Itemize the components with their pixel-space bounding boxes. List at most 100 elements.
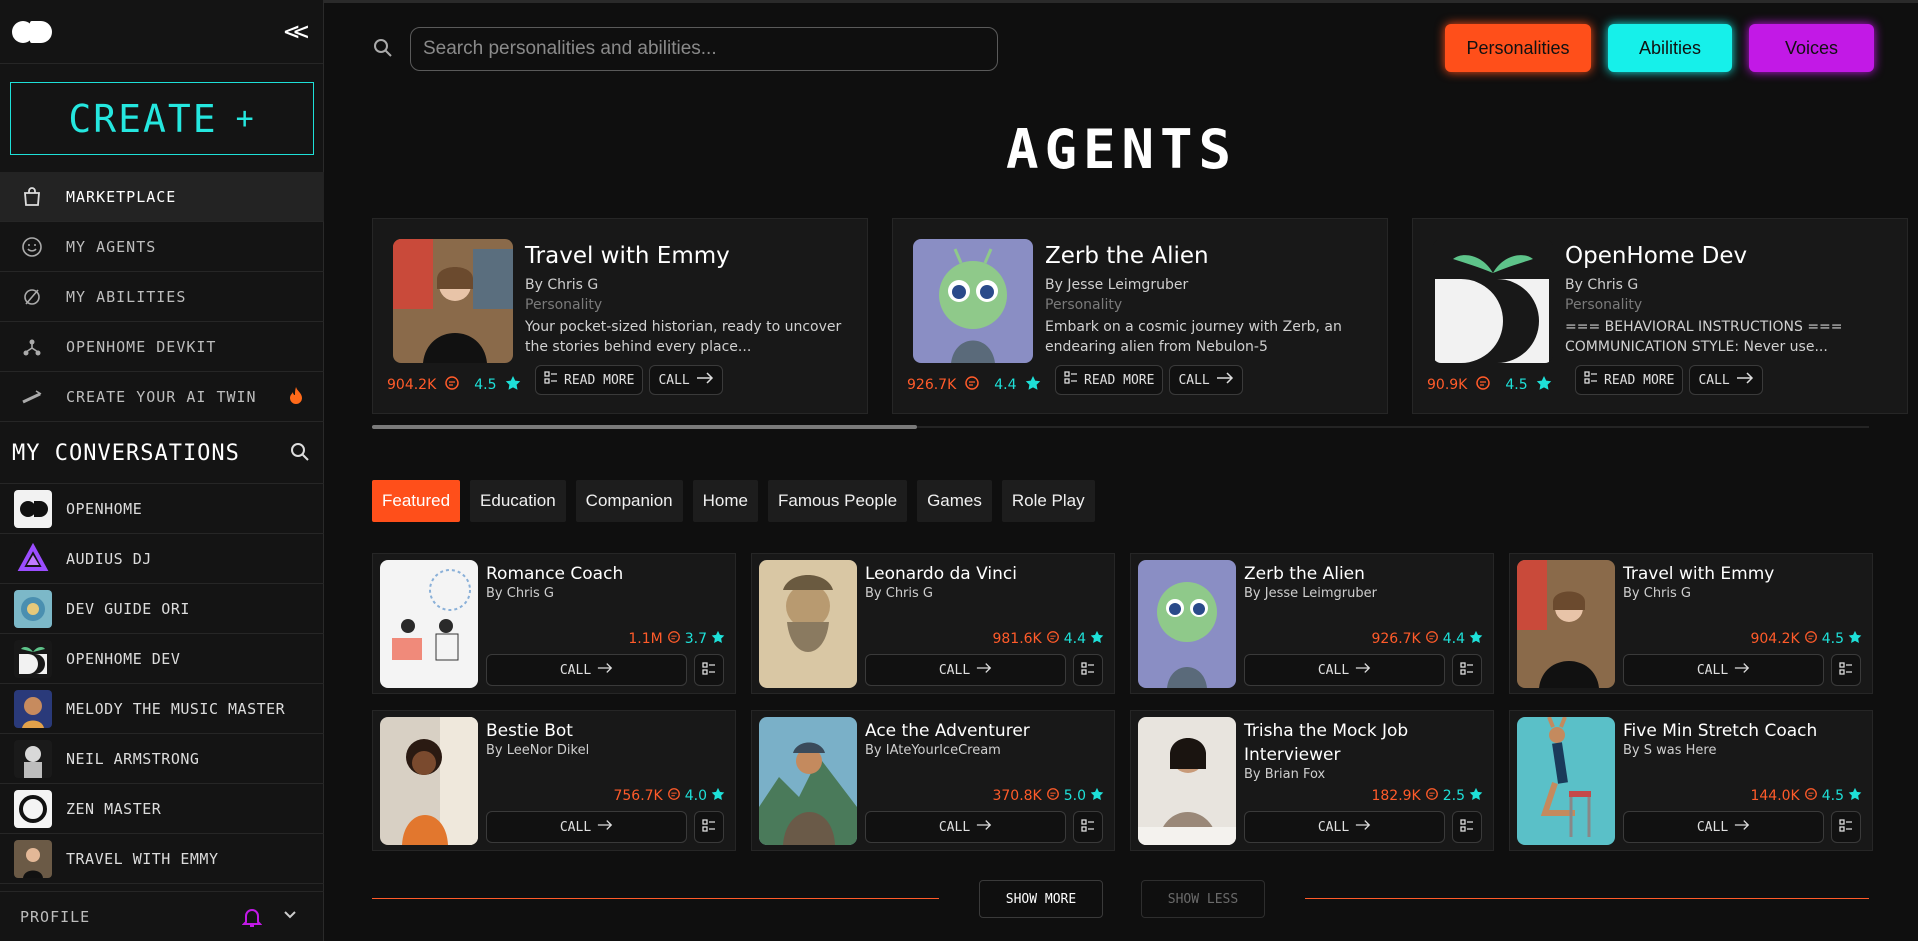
- rating-value: 3.7: [684, 631, 707, 647]
- conversation-item[interactable]: OPENHOME DEV: [0, 634, 324, 684]
- chat-icon: [444, 375, 460, 395]
- agent-card[interactable]: Bestie Bot By LeeNor Dikel 756.7K 4.0 CA…: [372, 710, 736, 851]
- conversation-item[interactable]: NEIL ARMSTRONG: [0, 734, 324, 784]
- conversation-count: 182.9K: [1371, 788, 1421, 804]
- call-button[interactable]: CALL: [486, 811, 687, 843]
- search-input[interactable]: [410, 27, 998, 71]
- fire-icon: [288, 386, 304, 410]
- divider: [372, 898, 939, 899]
- call-button[interactable]: CALL: [1689, 365, 1763, 395]
- agent-card[interactable]: Romance Coach By Chris G 1.1M 3.7 CALL: [372, 553, 736, 694]
- hero-card[interactable]: OpenHome Dev By Chris G Personality === …: [1412, 218, 1908, 414]
- conversation-item[interactable]: ZEN MASTER: [0, 784, 324, 834]
- show-more-button[interactable]: SHOW MORE: [979, 880, 1103, 918]
- search-icon[interactable]: [290, 442, 310, 466]
- details-button[interactable]: [1073, 654, 1103, 686]
- agent-type: Personality: [1045, 297, 1123, 313]
- call-button[interactable]: CALL: [1169, 365, 1243, 395]
- bell-icon[interactable]: [241, 906, 263, 932]
- agent-card[interactable]: Ace the Adventurer By IAteYourIceCream 3…: [751, 710, 1115, 851]
- details-button[interactable]: [1073, 811, 1103, 843]
- chat-icon: [1475, 375, 1491, 395]
- call-label: CALL: [1698, 372, 1730, 388]
- call-button[interactable]: CALL: [1623, 811, 1824, 843]
- call-button[interactable]: CALL: [865, 811, 1066, 843]
- profile-row[interactable]: PROFILE: [0, 891, 324, 941]
- sidebar-item-devkit[interactable]: OPENHOME DEVKIT: [0, 322, 324, 372]
- agent-name: OpenHome Dev: [1565, 243, 1748, 269]
- call-button[interactable]: CALL: [649, 365, 723, 395]
- hero-card[interactable]: Travel with Emmy By Chris G Personality …: [372, 218, 868, 414]
- tab-games[interactable]: Games: [917, 480, 992, 522]
- hero-buttons: READ MORE CALL: [1055, 365, 1243, 395]
- sidebar-item-marketplace[interactable]: MARKETPLACE: [0, 172, 324, 222]
- show-less-button[interactable]: SHOW LESS: [1141, 880, 1265, 918]
- conversation-item[interactable]: MELODY THE MUSIC MASTER: [0, 684, 324, 734]
- conversation-item[interactable]: DEV GUIDE ORI: [0, 584, 324, 634]
- agent-card[interactable]: Travel with Emmy By Chris G 904.2K 4.5 C…: [1509, 553, 1873, 694]
- personalities-button[interactable]: Personalities: [1445, 24, 1591, 72]
- call-button[interactable]: CALL: [486, 654, 687, 686]
- conversation-label: DEV GUIDE ORI: [66, 599, 190, 618]
- call-button[interactable]: CALL: [1623, 654, 1824, 686]
- agent-name: Trisha the Mock Job Interviewer: [1244, 721, 1409, 765]
- abilities-button[interactable]: Abilities: [1608, 24, 1732, 72]
- agent-card[interactable]: Leonardo da Vinci By Chris G 981.6K 4.4 …: [751, 553, 1115, 694]
- list-icon: [1584, 371, 1598, 389]
- hero-card[interactable]: Zerb the Alien By Jesse Leimgruber Perso…: [892, 218, 1388, 414]
- agent-stats: 904.2K 4.5: [1750, 630, 1862, 648]
- chevron-down-icon[interactable]: [282, 906, 298, 926]
- details-button[interactable]: [1831, 654, 1861, 686]
- collapse-sidebar-icon[interactable]: <<: [284, 17, 311, 47]
- conversation-count: 926.7K: [907, 377, 957, 393]
- tab-companion[interactable]: Companion: [575, 480, 683, 522]
- sidebar-item-ai-twin[interactable]: CREATE YOUR AI TWIN: [0, 372, 324, 422]
- conversation-count: 144.0K: [1750, 788, 1800, 804]
- agent-author: By Chris G: [525, 277, 599, 293]
- agent-stats: 1.1M 3.7: [628, 630, 725, 648]
- tab-famous-people[interactable]: Famous People: [767, 480, 908, 522]
- details-button[interactable]: [1452, 811, 1482, 843]
- read-more-button[interactable]: READ MORE: [535, 365, 644, 395]
- call-button[interactable]: CALL: [1244, 654, 1445, 686]
- tab-featured[interactable]: Featured: [372, 480, 461, 522]
- conversation-item[interactable]: TRAVEL WITH EMMY: [0, 834, 324, 884]
- list-icon: [702, 661, 716, 680]
- call-button[interactable]: CALL: [865, 654, 1066, 686]
- details-button[interactable]: [1452, 654, 1482, 686]
- voices-button[interactable]: Voices: [1749, 24, 1874, 72]
- details-button[interactable]: [694, 811, 724, 843]
- sidebar-item-my-agents[interactable]: MY AGENTS: [0, 222, 324, 272]
- openhome-logo[interactable]: [12, 20, 52, 43]
- details-button[interactable]: [1831, 811, 1861, 843]
- list-icon: [1460, 818, 1474, 837]
- agent-card[interactable]: Trisha the Mock Job Interviewer By Brian…: [1130, 710, 1494, 851]
- read-more-button[interactable]: READ MORE: [1055, 365, 1164, 395]
- sidebar: << CREATE + MARKETPLACE MY AGENTS MY ABI…: [0, 0, 324, 941]
- conversation-item[interactable]: OPENHOME: [0, 484, 324, 534]
- create-button[interactable]: CREATE +: [10, 82, 314, 155]
- read-more-button[interactable]: READ MORE: [1575, 365, 1684, 395]
- tab-home[interactable]: Home: [692, 480, 758, 522]
- conversations-list: OPENHOME AUDIUS DJ DEV GUIDE ORI OPENHOM…: [0, 484, 324, 884]
- agent-name: Ace the Adventurer: [865, 721, 1030, 741]
- tab-education[interactable]: Education: [470, 480, 566, 522]
- list-icon: [702, 818, 716, 837]
- carousel-scroll-thumb[interactable]: [372, 425, 917, 429]
- call-button[interactable]: CALL: [1244, 811, 1445, 843]
- conversation-label: AUDIUS DJ: [66, 549, 152, 568]
- agent-author: By IAteYourIceCream: [865, 743, 1001, 758]
- agent-card[interactable]: Zerb the Alien By Jesse Leimgruber 926.7…: [1130, 553, 1494, 694]
- arrow-right-icon: [696, 372, 714, 388]
- tab-role-play[interactable]: Role Play: [1001, 480, 1095, 522]
- conversation-item[interactable]: AUDIUS DJ: [0, 534, 324, 584]
- agent-card[interactable]: Five Min Stretch Coach By S was Here 144…: [1509, 710, 1873, 851]
- sidebar-nav: MARKETPLACE MY AGENTS MY ABILITIES OPENH…: [0, 172, 324, 422]
- sidebar-item-my-abilities[interactable]: MY ABILITIES: [0, 272, 324, 322]
- details-button[interactable]: [694, 654, 724, 686]
- agent-image: [380, 717, 478, 845]
- agent-name: Bestie Bot: [486, 721, 573, 741]
- agent-image: [393, 239, 513, 363]
- rating-value: 4.4: [994, 377, 1017, 393]
- chat-icon: [964, 375, 980, 395]
